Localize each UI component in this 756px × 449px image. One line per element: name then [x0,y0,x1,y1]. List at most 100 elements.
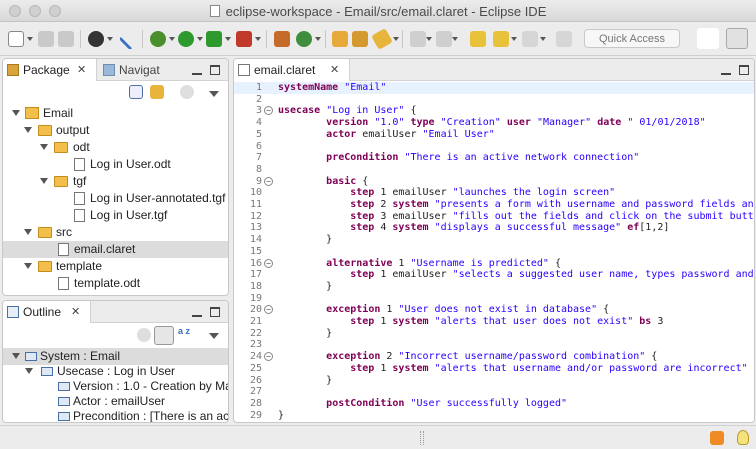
tree-item-template-odt[interactable]: template.odt [3,275,228,292]
debug-icon[interactable] [150,31,166,47]
code-line[interactable]: 9− basic { [234,176,754,188]
close-icon[interactable]: ✕ [71,301,80,323]
run-icon[interactable] [178,31,194,47]
code-line[interactable]: 26 } [234,375,754,387]
pencil-icon[interactable] [371,28,393,50]
code-line[interactable]: 30 [234,421,754,422]
stop-tool-icon[interactable] [236,31,252,47]
code-line[interactable]: 27 [234,386,754,398]
tree-item-src-folder[interactable]: src [3,224,228,241]
back-icon[interactable] [493,31,509,47]
pin-icon[interactable] [118,27,142,51]
chevron-down-icon[interactable] [107,37,113,41]
code-line[interactable]: 2 [234,94,754,106]
rss-feed-icon[interactable] [710,431,724,445]
code-line[interactable]: 10 step 1 emailUser "launches the login … [234,187,754,199]
code-line[interactable]: 17 step 1 emailUser "selects a suggested… [234,269,754,281]
java-perspective-icon[interactable] [726,28,748,49]
link-with-editor-icon[interactable] [154,326,174,345]
tree-item-email-project[interactable]: Email [3,105,228,122]
code-line[interactable]: 19 [234,293,754,305]
outline-item-precondition[interactable]: Precondition : [There is an act [3,408,228,422]
chevron-down-icon[interactable] [24,127,32,133]
maximize-panel-icon[interactable] [210,65,220,75]
code-line[interactable]: 8 [234,164,754,176]
code-line[interactable]: 15 [234,246,754,258]
chevron-down-icon[interactable] [40,178,48,184]
chevron-down-icon[interactable] [40,144,48,150]
view-menu-chevron-down-icon[interactable] [209,91,219,97]
fold-toggle-icon[interactable]: − [264,176,273,186]
code-line[interactable]: 11 step 2 system "presents a form with u… [234,199,754,211]
tree-item-log-in-user-odt[interactable]: Log in User.odt [3,156,228,173]
code-editor[interactable]: 1 systemName "Email" 2 3− usecase "Log in Us… [234,81,754,422]
code-line[interactable]: 20− exception 1 "User does not exist in … [234,304,754,316]
sort-alpha-icon[interactable]: a z [178,327,194,336]
chevron-down-icon[interactable] [255,37,261,41]
link-with-editor-icon[interactable] [150,85,164,99]
code-line[interactable]: 28 postCondition "User successfully logg… [234,398,754,410]
code-line[interactable]: 7 preCondition "There is an active netwo… [234,152,754,164]
tab-outline[interactable]: Outline ✕ [3,301,91,323]
code-line[interactable]: 12 step 3 emailUser "fills out the field… [234,211,754,223]
lightbulb-icon[interactable] [737,430,749,445]
tab-email-claret[interactable]: email.claret ✕ [234,59,350,81]
fold-toggle-icon[interactable]: − [264,352,273,362]
maximize-panel-icon[interactable] [739,65,749,75]
chevron-down-icon[interactable] [540,37,546,41]
tree-item-tgf-folder[interactable]: tgf [3,173,228,190]
code-line[interactable]: 25 step 1 system "alerts that username a… [234,363,754,375]
run-tool-icon[interactable] [206,31,222,47]
status-bar-grip[interactable] [420,431,424,445]
tree-item-template-folder[interactable]: template [3,258,228,275]
last-edit-icon[interactable] [470,31,486,47]
account-icon[interactable] [88,31,104,47]
next-annotation-icon[interactable] [410,31,426,47]
fold-toggle-icon[interactable]: − [264,106,273,116]
tree-item-log-in-user-tgf[interactable]: Log in User.tgf [3,207,228,224]
filter-icon[interactable] [137,328,151,342]
collapse-all-icon[interactable] [129,85,143,99]
code-line[interactable]: 29} [234,410,754,422]
code-line[interactable]: 3− usecase "Log in User" { [234,105,754,117]
code-line[interactable]: 22 } [234,328,754,340]
chevron-down-icon[interactable] [27,37,33,41]
open-type-icon[interactable] [332,31,348,47]
code-line[interactable]: 18 } [234,281,754,293]
minimize-panel-icon[interactable] [192,65,202,75]
chevron-down-icon[interactable] [12,353,20,359]
code-line[interactable]: 5 actor emailUser "Email User" [234,129,754,141]
save-icon[interactable] [38,31,54,47]
new-icon[interactable] [8,31,24,47]
chevron-down-icon[interactable] [24,229,32,235]
code-line[interactable]: 23 [234,339,754,351]
code-line[interactable]: 1 systemName "Email" [234,82,754,94]
tree-item-email-claret[interactable]: email.claret [3,241,228,258]
chevron-down-icon[interactable] [12,110,20,116]
forward-icon[interactable] [522,31,538,47]
view-menu-dots-icon[interactable] [180,85,194,99]
chevron-down-icon[interactable] [25,368,33,374]
chevron-down-icon[interactable] [169,37,175,41]
open-perspective-icon[interactable] [697,28,719,49]
chevron-down-icon[interactable] [426,37,432,41]
code-line[interactable]: 16− alternative 1 "Username is predicted… [234,258,754,270]
tree-item-output-folder[interactable]: output [3,122,228,139]
code-line[interactable]: 13 step 4 system "displays a successful … [234,222,754,234]
chevron-down-icon[interactable] [197,37,203,41]
close-icon[interactable]: ✕ [77,59,86,81]
fold-toggle-icon[interactable]: − [264,305,273,315]
code-line[interactable]: 24− exception 2 "Incorrect username/pass… [234,351,754,363]
fold-toggle-icon[interactable]: − [264,258,273,268]
tree-item-log-in-user-annotated-tgf[interactable]: Log in User-annotated.tgf [3,190,228,207]
maximize-panel-icon[interactable] [210,307,220,317]
package-icon[interactable] [274,31,290,47]
chevron-down-icon[interactable] [315,37,321,41]
chevron-down-icon[interactable] [393,37,399,41]
tree-item-odt-folder[interactable]: odt [3,139,228,156]
chevron-down-icon[interactable] [225,37,231,41]
chevron-down-icon[interactable] [452,37,458,41]
code-line[interactable]: 14 } [234,234,754,246]
new-class-icon[interactable] [296,31,312,47]
chevron-down-icon[interactable] [24,263,32,269]
